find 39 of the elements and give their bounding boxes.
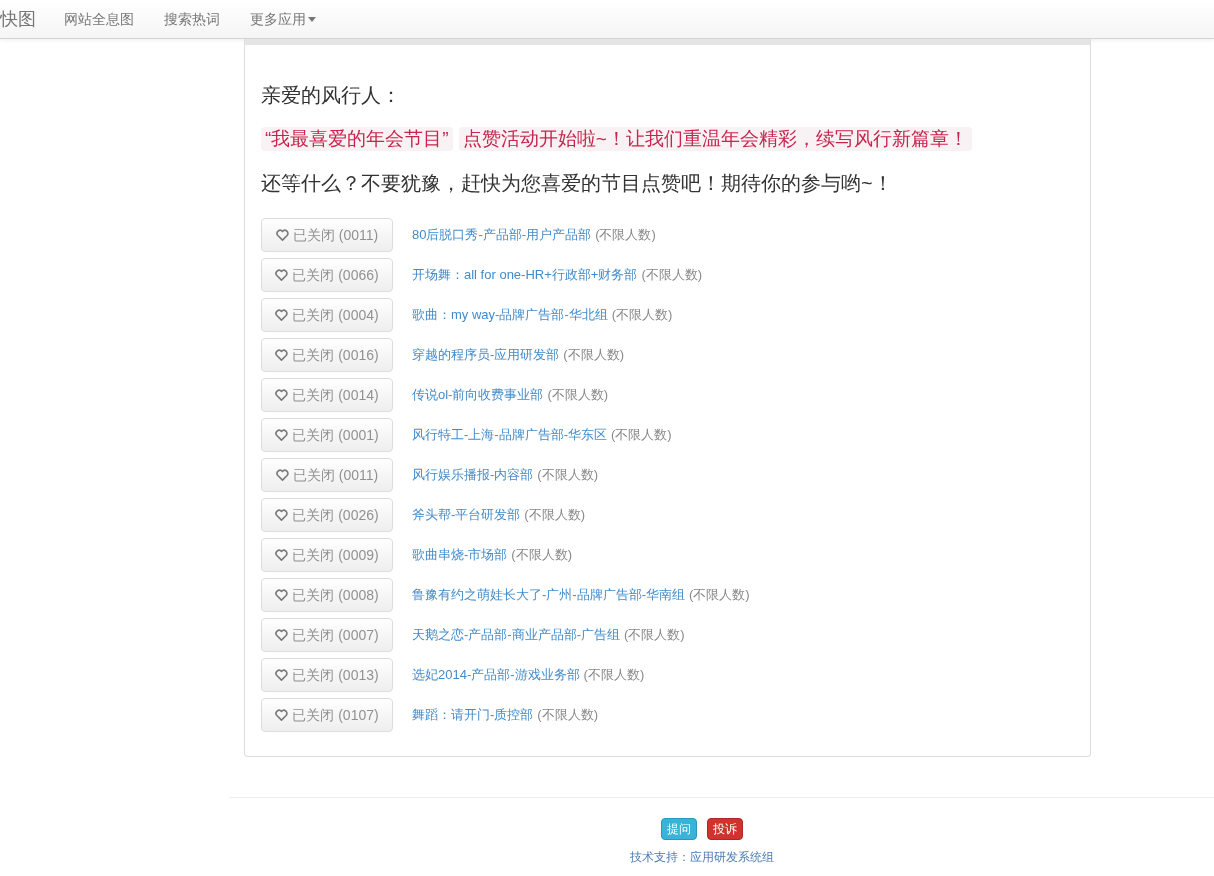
- limit-note: (不限人数): [537, 706, 598, 725]
- heart-icon: [275, 469, 289, 481]
- heart-icon: [275, 549, 289, 561]
- highlighted-text: 点赞活动开始啦~！让我们重温年会精彩，续写风行新篇章！: [458, 127, 972, 151]
- heart-icon: [275, 669, 289, 681]
- nav-link[interactable]: 搜索热词: [164, 8, 220, 30]
- call-to-action-text: 还等什么？不要犹豫，赶快为您喜爱的节目点赞吧！期待你的参与哟~！: [261, 171, 894, 196]
- menu-label: 更多应用: [250, 9, 306, 29]
- site-brand[interactable]: 快图: [0, 5, 36, 33]
- limit-note: (不限人数): [547, 386, 609, 405]
- heart-icon: [275, 269, 289, 281]
- complaint-button[interactable]: 投诉: [706, 818, 743, 840]
- heart-icon: [275, 629, 289, 641]
- limit-note: (不限人数): [611, 306, 673, 325]
- heart-icon: [275, 349, 289, 361]
- limit-note: (不限人数): [689, 586, 750, 605]
- greeting-text: 亲爱的风行人：: [261, 83, 402, 108]
- heart-icon: [275, 509, 289, 521]
- heart-icon: [275, 709, 289, 721]
- limit-note: (不限人数): [641, 266, 703, 285]
- heart-icon: [275, 389, 289, 401]
- limit-note: (不限人数): [563, 346, 624, 365]
- support-text: 技术支持：应用研发系统组: [629, 849, 774, 866]
- limit-note: (不限人数): [511, 546, 572, 565]
- limit-note: (不限人数): [595, 226, 656, 245]
- limit-note: (不限人数): [537, 466, 598, 485]
- nav-link[interactable]: 网站全息图: [64, 8, 134, 30]
- question-button[interactable]: 提问: [660, 818, 697, 840]
- heart-icon: [275, 429, 289, 441]
- limit-note: (不限人数): [583, 666, 645, 685]
- heart-icon: [275, 309, 289, 321]
- limit-note: (不限人数): [624, 626, 685, 645]
- dropdown-menu-link[interactable]: 更多应用: [250, 8, 316, 30]
- caret-icon: [308, 16, 316, 22]
- heart-icon: [275, 589, 289, 601]
- limit-note: (不限人数): [611, 426, 672, 445]
- limit-note: (不限人数): [524, 506, 585, 525]
- highlighted-text: “我最喜爱的年会节目”: [261, 127, 453, 151]
- heart-icon: [275, 229, 289, 241]
